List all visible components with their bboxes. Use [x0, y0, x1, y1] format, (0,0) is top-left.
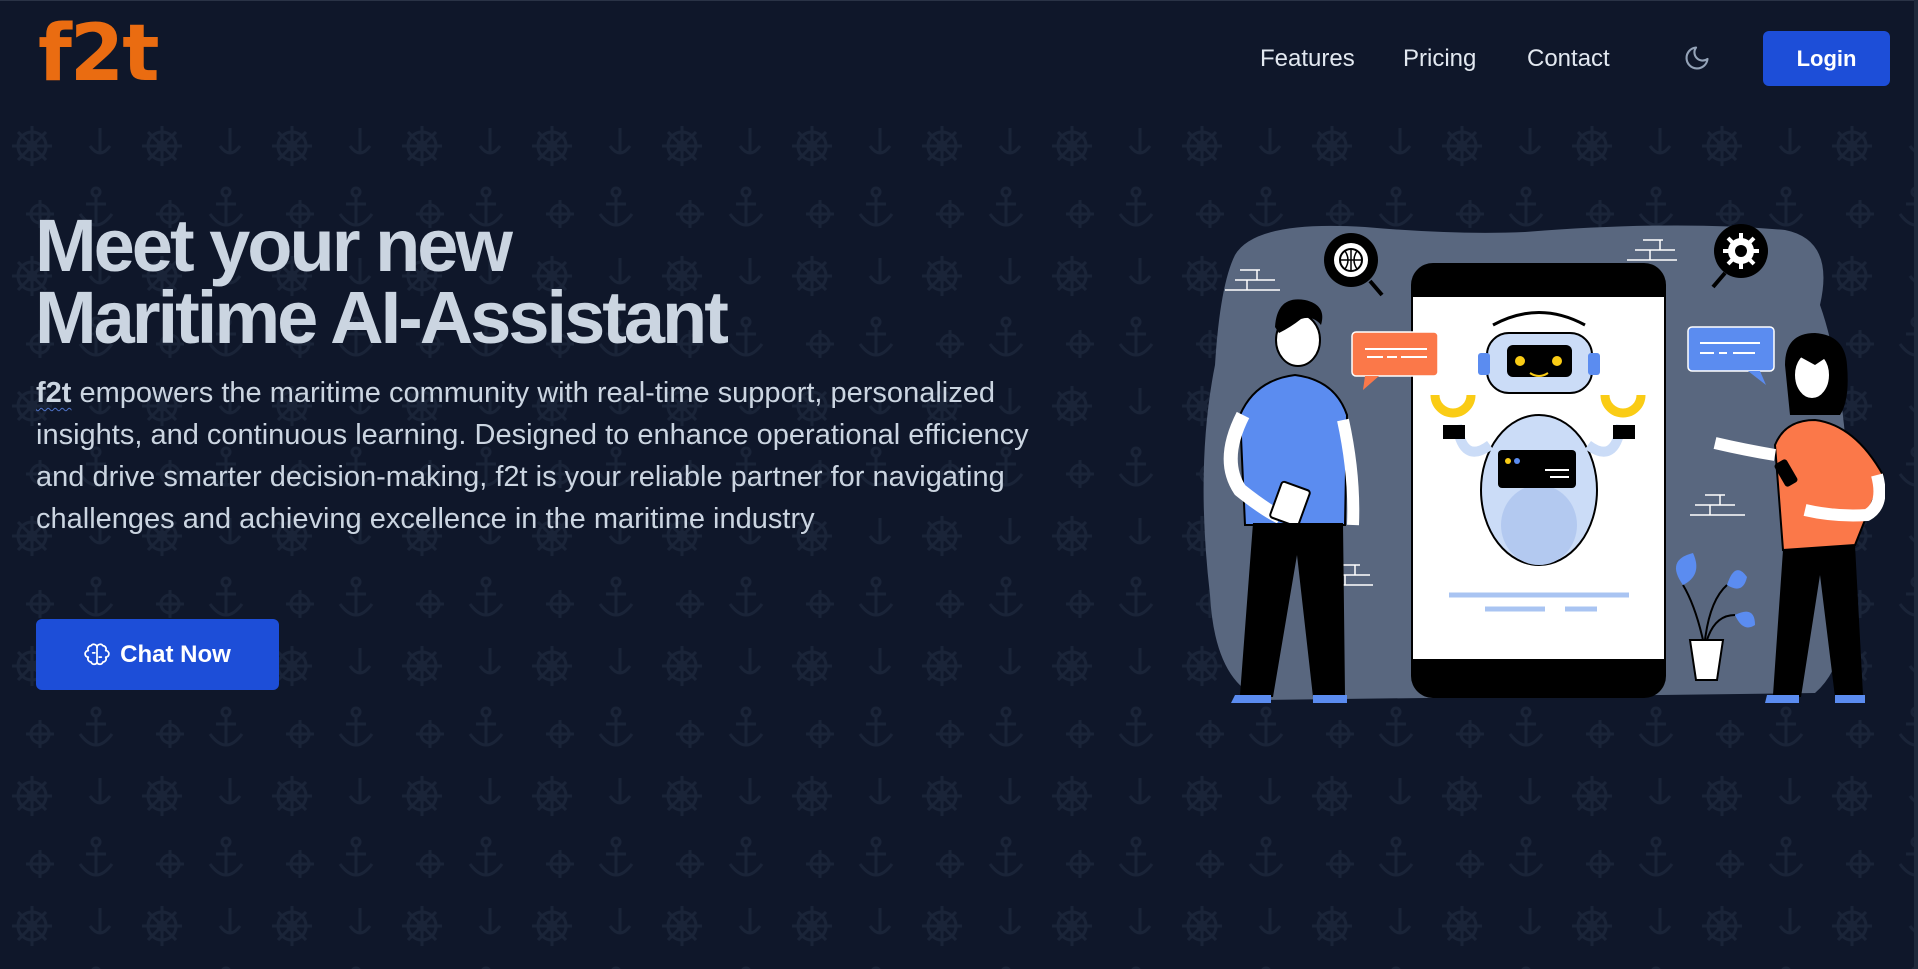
top-navbar: f2t Features Pricing Contact Login [0, 0, 1918, 114]
nav-link-features[interactable]: Features [1260, 45, 1355, 73]
hero-title-line1: Meet your new [35, 204, 513, 287]
description-brand: f2t [36, 377, 72, 409]
hero-description: f2t empowers the maritime community with… [36, 372, 1036, 540]
nav-link-contact[interactable]: Contact [1527, 45, 1610, 73]
landing-page: f2t Features Pricing Contact Login Meet … [0, 0, 1918, 969]
chat-now-label: Chat Now [120, 640, 231, 668]
hero-title: Meet your new Maritime AI-Assistant [35, 209, 935, 355]
chat-now-button[interactable]: Chat Now [36, 619, 279, 690]
moon-icon [1685, 46, 1709, 70]
theme-toggle-button[interactable] [1680, 41, 1714, 75]
nav-link-pricing[interactable]: Pricing [1403, 45, 1476, 73]
brain-icon [84, 643, 110, 665]
f2t-logo[interactable]: f2t [38, 15, 159, 93]
hero-title-line2: Maritime AI-Assistant [35, 276, 729, 359]
ai-assistant-illustration [1203, 224, 1885, 703]
description-text: empowers the maritime community with rea… [36, 377, 1029, 535]
scrollbar[interactable] [1914, 0, 1918, 969]
login-button[interactable]: Login [1763, 31, 1890, 86]
